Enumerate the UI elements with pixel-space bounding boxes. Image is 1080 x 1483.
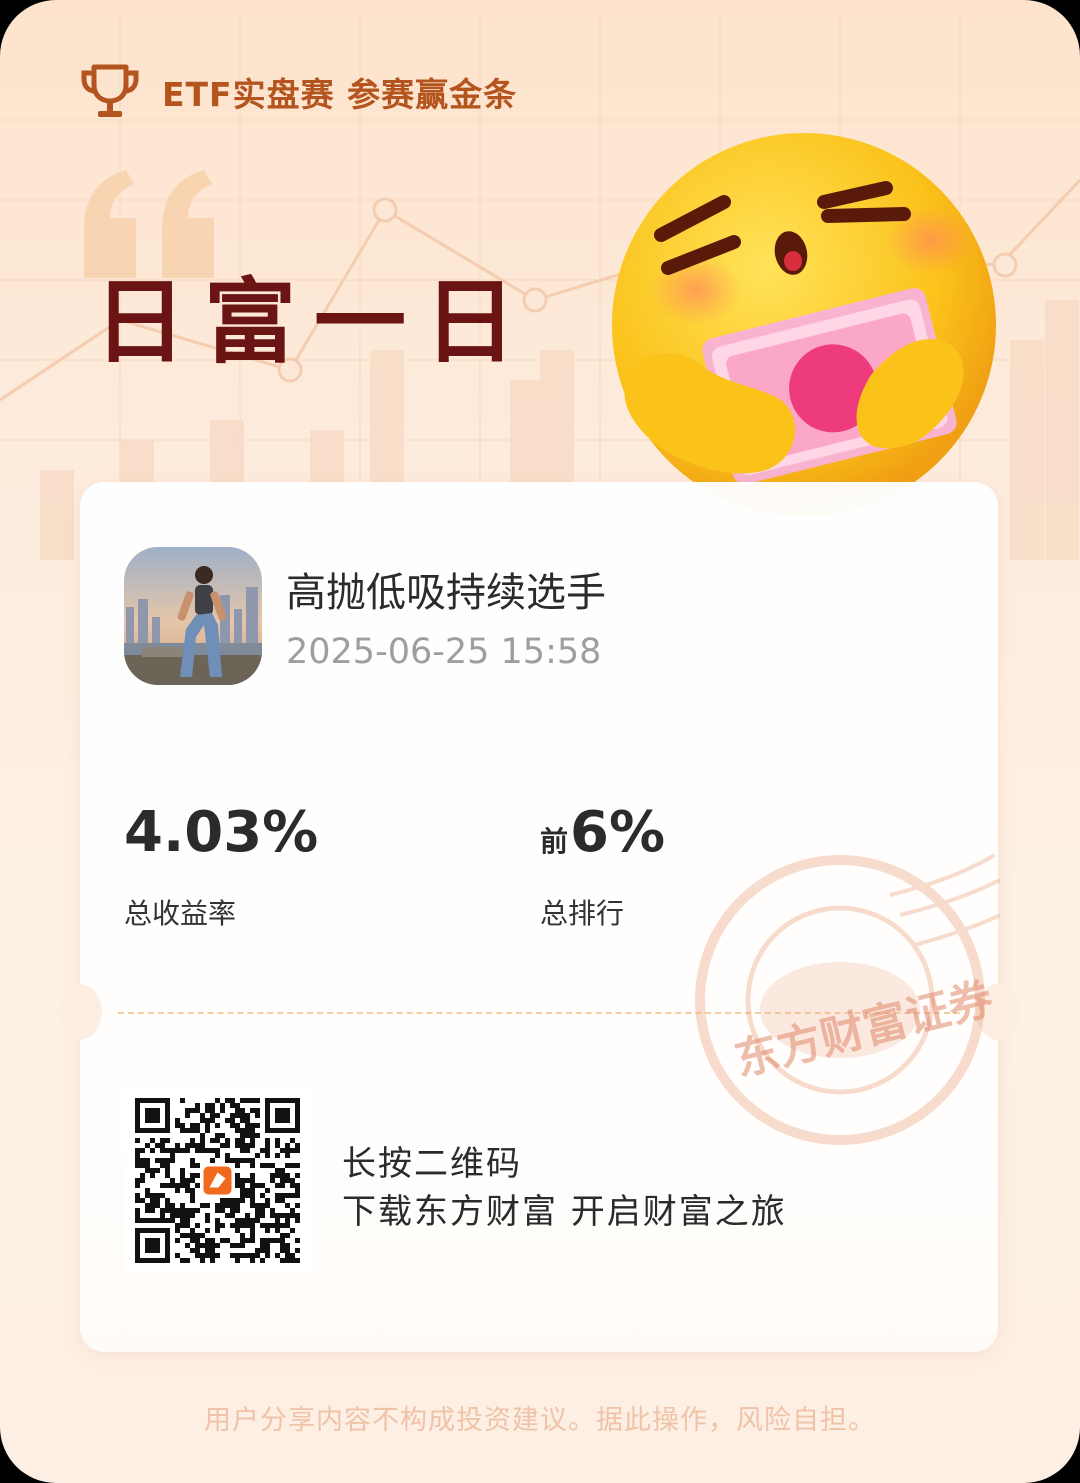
cta-line-1: 长按二维码: [342, 1144, 522, 1184]
company-stamp-seal: 东方财富证券: [695, 853, 1000, 1145]
header: ETF实盘赛 参赛赢金条: [80, 62, 517, 122]
money-hugging-emoji: [612, 133, 996, 517]
cta-line-2: 下载东方财富 开启财富之旅: [342, 1192, 787, 1232]
qr-finder-pattern: [135, 1228, 170, 1263]
download-qr-code[interactable]: [124, 1088, 312, 1274]
trophy-icon: [81, 64, 139, 117]
avatar[interactable]: [124, 547, 262, 685]
qr-finder-pattern: [135, 1098, 170, 1133]
share-datetime: 2025-06-25 15:58: [286, 632, 602, 672]
rank-prefix: 前: [540, 825, 569, 858]
total-return-value: 4.03%: [124, 800, 319, 865]
ticket-notch-left: [58, 984, 102, 1040]
avatar-photo: [124, 547, 262, 685]
total-return-label: 总收益率: [124, 897, 237, 930]
total-rank-label: 总排行: [540, 897, 625, 930]
qr-finder-pattern: [265, 1098, 300, 1133]
risk-disclaimer: 用户分享内容不构成投资建议。据此操作，风险自担。: [204, 1405, 876, 1436]
contest-title: ETF实盘赛 参赛赢金条: [162, 75, 518, 114]
rank-percent: 6%: [570, 800, 666, 865]
share-poster: ETF实盘赛 参赛赢金条 日富一日 东方财富证券 高抛低吸持续选手 2025-0…: [0, 0, 1080, 1483]
qr-code-image: [135, 1098, 300, 1263]
slogan-headline: 日富一日: [94, 268, 535, 376]
username: 高抛低吸持续选手: [286, 570, 606, 616]
total-rank-value: 前6%: [540, 800, 665, 865]
app-logo-icon: [200, 1163, 235, 1198]
